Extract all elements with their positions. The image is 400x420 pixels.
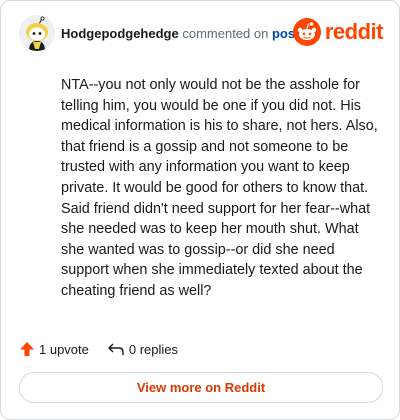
reddit-logo-icon: [292, 18, 321, 46]
view-more-button[interactable]: View more on Reddit: [19, 372, 383, 403]
commented-on-text: commented on: [182, 26, 269, 41]
reply-arrow-icon: [108, 343, 124, 355]
comment-body: NTA--you not only would not be the assho…: [61, 77, 378, 299]
comment-actions: 1 upvote 0 replies: [19, 338, 196, 360]
reddit-logo[interactable]: reddit: [292, 18, 384, 46]
upvote-arrow-icon: [20, 342, 34, 356]
replies-count: 0 replies: [128, 341, 179, 357]
upvote-count: 1 upvote: [39, 341, 89, 357]
comment-byline: Hodgepodgehedge commented on post: [61, 26, 299, 41]
reddit-wordmark: reddit: [324, 19, 384, 44]
upvote-button[interactable]: 1 upvote: [19, 341, 89, 357]
user-avatar[interactable]: [19, 15, 55, 51]
snoo-avatar-icon: [19, 15, 55, 51]
replies-button[interactable]: 0 replies: [107, 341, 178, 357]
comment-header: Hodgepodgehedge commented on post reddit: [19, 15, 384, 55]
comment-username[interactable]: Hodgepodgehedge: [61, 26, 179, 41]
comment-embed-card: Hodgepodgehedge commented on post reddit…: [0, 0, 400, 420]
